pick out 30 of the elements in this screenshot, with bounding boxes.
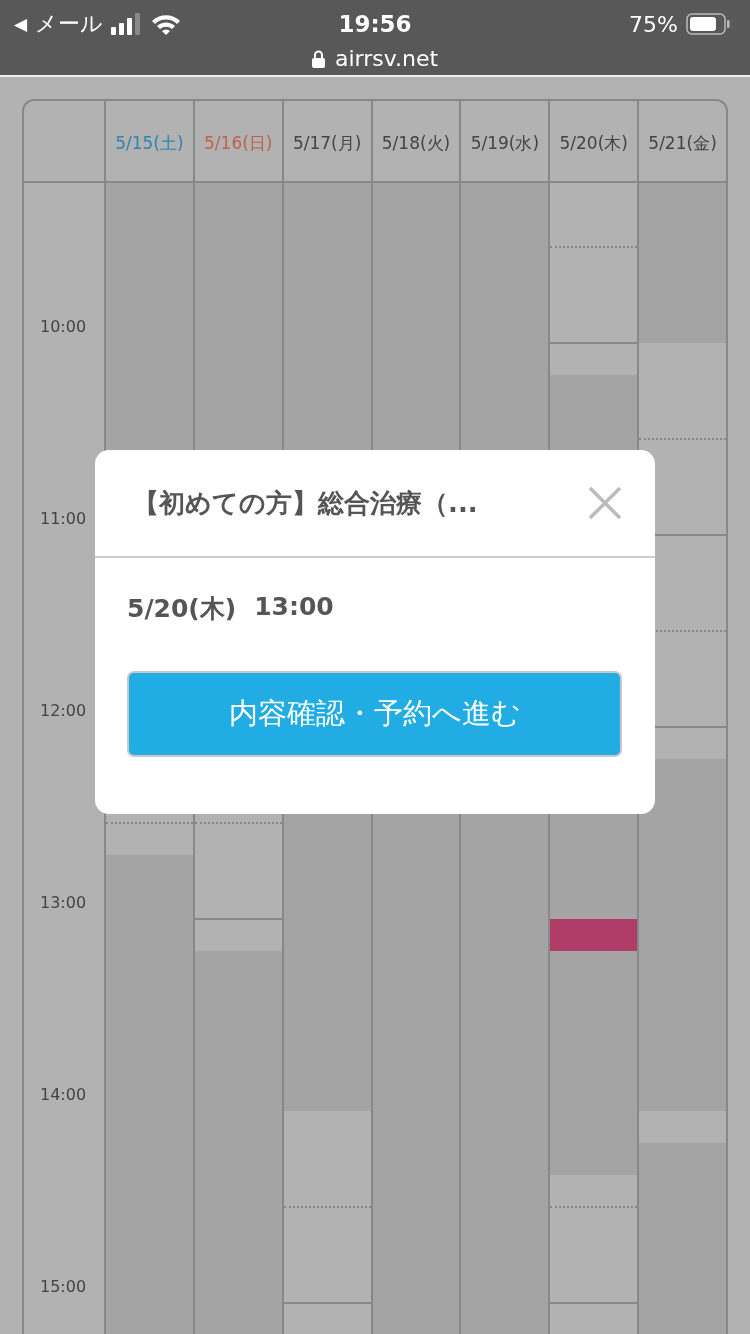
open-slot[interactable] — [550, 183, 638, 375]
battery-percent: 75% — [629, 11, 678, 37]
day-header: 5/21(金) — [648, 131, 717, 155]
clock-time: 19:56 — [338, 11, 412, 37]
close-button[interactable] — [587, 485, 623, 521]
time-label: 15:00 — [40, 1277, 87, 1297]
open-slot[interactable] — [283, 1111, 371, 1334]
time-label: 13:00 — [40, 893, 87, 913]
open-slot[interactable] — [550, 1175, 638, 1334]
day-header: 5/15(土) — [115, 131, 184, 155]
time-label: 12:00 — [40, 701, 87, 721]
day-header: 5/18(火) — [381, 131, 451, 155]
url-text[interactable]: airrsv.net — [334, 46, 439, 71]
selected-time: 13:00 — [254, 592, 334, 623]
time-label: 11:00 — [40, 509, 87, 529]
day-header: 5/19(水) — [470, 131, 540, 155]
day-header: 5/16(日) — [204, 131, 273, 155]
wifi-icon — [151, 13, 182, 35]
selected-date: 5/20(木) — [127, 593, 237, 625]
lock-icon — [311, 49, 325, 68]
back-arrow[interactable]: ◀ — [14, 14, 28, 34]
time-label: 10:00 — [40, 317, 87, 337]
selected-slot[interactable] — [550, 919, 638, 951]
day-header: 5/20(木) — [559, 131, 628, 155]
dialog-title: 【初めての方】総合治療（... — [133, 486, 478, 520]
close-icon — [587, 485, 623, 521]
back-label[interactable]: メール — [35, 9, 104, 39]
time-label: 14:00 — [40, 1085, 87, 1105]
day-header: 5/17(月) — [292, 131, 362, 155]
battery-icon — [686, 13, 730, 35]
